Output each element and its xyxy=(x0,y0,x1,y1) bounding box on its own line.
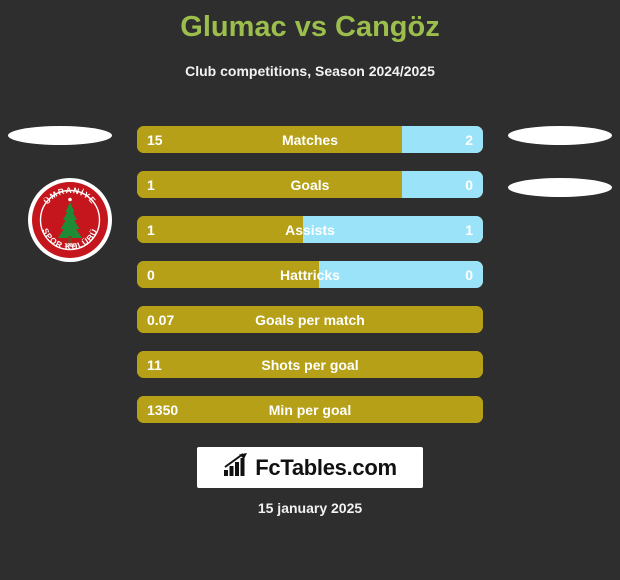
stat-right-value: 2 xyxy=(465,132,473,148)
bar-chart-arrow-icon xyxy=(223,453,249,482)
fctables-logo[interactable]: FcTables.com xyxy=(197,447,423,488)
stat-label: Hattricks xyxy=(280,267,340,283)
stat-row-matches: 15 Matches 2 xyxy=(137,126,483,153)
page-subtitle: Club competitions, Season 2024/2025 xyxy=(185,63,435,79)
stat-label: Assists xyxy=(285,222,335,238)
stat-label: Goals per match xyxy=(255,312,365,328)
stat-row-goals-per-match: 0.07 Goals per match xyxy=(137,306,483,333)
stat-bar-list: 15 Matches 2 1 Goals 0 1 Assists 1 0 Hat… xyxy=(137,126,483,441)
stat-row-hattricks: 0 Hattricks 0 xyxy=(137,261,483,288)
stat-right-value: 0 xyxy=(465,267,473,283)
svg-text:1986: 1986 xyxy=(64,243,75,249)
stat-label: Matches xyxy=(281,132,339,148)
stat-right-value: 0 xyxy=(465,177,473,193)
fctables-brand-text: FcTables.com xyxy=(255,454,397,480)
stat-label: Goals xyxy=(290,177,330,193)
decorative-ellipse-right-2 xyxy=(508,178,612,197)
stat-label: Shots per goal xyxy=(261,357,359,373)
stat-label: Min per goal xyxy=(268,402,352,418)
stat-row-shots-per-goal: 11 Shots per goal xyxy=(137,351,483,378)
stat-comparison-page: Glumac vs Cangöz Club competitions, Seas… xyxy=(0,0,620,580)
decorative-ellipse-left-1 xyxy=(8,126,112,145)
stat-right-value: 1 xyxy=(465,222,473,238)
footer-date: 15 january 2025 xyxy=(257,500,363,516)
page-title: Glumac vs Cangöz xyxy=(180,11,440,43)
stat-row-assists: 1 Assists 1 xyxy=(137,216,483,243)
club-crest-icon: ÜMRANİYE SPOR KULÜBÜ 1986 xyxy=(27,177,113,263)
decorative-ellipse-right-1 xyxy=(508,126,612,145)
stat-row-goals: 1 Goals 0 xyxy=(137,171,483,198)
stat-row-min-per-goal: 1350 Min per goal xyxy=(137,396,483,423)
